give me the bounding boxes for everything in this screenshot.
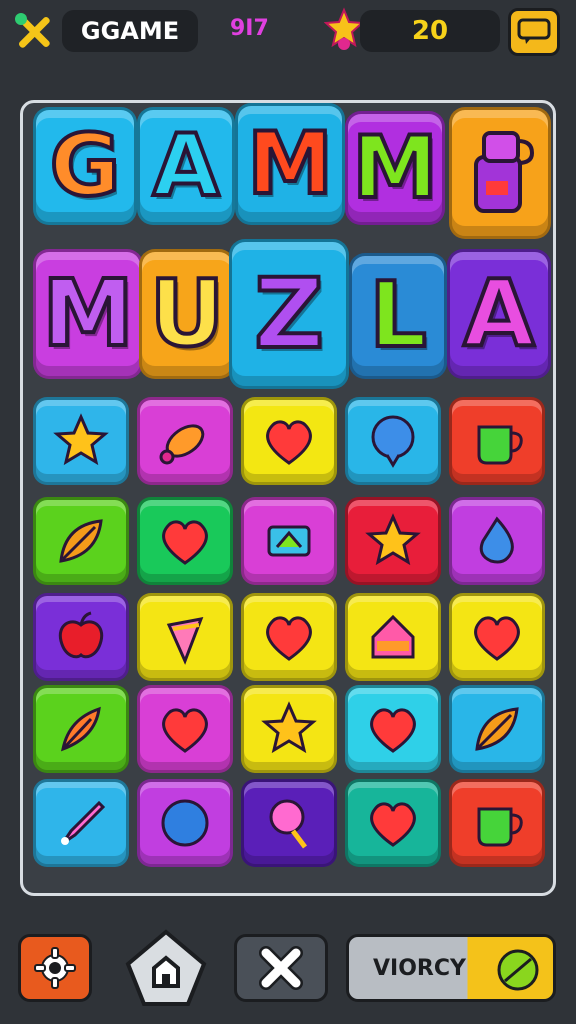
- cup-icon: [477, 425, 523, 465]
- crossed-tools-icon[interactable]: [12, 10, 56, 54]
- title-letter: L: [367, 263, 428, 368]
- leaf-icon: [475, 707, 519, 751]
- heart-icon: [162, 520, 208, 565]
- action-label: VIORCY: [373, 955, 466, 981]
- candy-icon: [159, 424, 205, 465]
- grid-tile[interactable]: [449, 397, 545, 485]
- title-letter: U: [148, 260, 227, 367]
- star-icon: [365, 513, 421, 566]
- game-label: GGAME: [80, 17, 180, 45]
- lollipop-icon: [269, 799, 307, 849]
- grid-tile[interactable]: [241, 685, 337, 773]
- grid-tile[interactable]: [345, 685, 441, 773]
- game-label-pill: GGAME: [62, 10, 198, 52]
- gear-icon: [34, 947, 76, 989]
- title-letter: A: [461, 260, 536, 367]
- grid-tile[interactable]: [241, 497, 337, 585]
- settings-button[interactable]: [18, 934, 92, 1002]
- feather-icon: [60, 706, 101, 752]
- title-letter: M: [350, 118, 440, 218]
- grid-tile[interactable]: [137, 685, 233, 773]
- star-count-pill: 20: [360, 10, 500, 52]
- action-button[interactable]: VIORCY: [346, 934, 556, 1002]
- grid-tile[interactable]: [33, 779, 129, 867]
- grid-tile[interactable]: [33, 685, 129, 773]
- title-tile-g: G: [33, 107, 137, 225]
- icecream-icon: [166, 617, 204, 665]
- grid-tile[interactable]: [345, 497, 441, 585]
- chat-button[interactable]: [508, 8, 560, 56]
- star-icon: [324, 6, 364, 52]
- heart-icon: [474, 616, 520, 661]
- star-icon: [53, 413, 109, 466]
- heart-icon: [266, 420, 312, 465]
- close-button[interactable]: [234, 934, 328, 1002]
- grid-tile[interactable]: [137, 593, 233, 681]
- small-label: 9I7: [230, 16, 269, 41]
- game-board: G A M M M U Z L A: [20, 100, 556, 896]
- title-tile-z: Z: [229, 239, 349, 389]
- title-letter: G: [48, 116, 123, 216]
- title-letter: A: [151, 116, 222, 216]
- grid-tile[interactable]: [449, 497, 545, 585]
- grid-tile[interactable]: [449, 593, 545, 681]
- grid-tile[interactable]: [33, 593, 129, 681]
- grid-tile[interactable]: [241, 779, 337, 867]
- drop-icon: [479, 516, 514, 564]
- title-tile-m3: M: [33, 249, 143, 379]
- title-tile-m: M: [235, 103, 345, 225]
- title-letter: Z: [252, 258, 326, 370]
- chat-icon: [517, 18, 551, 44]
- title-letter: M: [245, 114, 335, 214]
- title-tile-cup: [449, 107, 551, 239]
- top-hud: GGAME 9I7 20: [0, 0, 576, 70]
- title-letter: M: [40, 260, 136, 367]
- grid-tile[interactable]: [241, 593, 337, 681]
- gem-icon: [267, 525, 311, 557]
- home-icon: [125, 929, 207, 1006]
- grid-tile[interactable]: [241, 397, 337, 485]
- grid-tile[interactable]: [449, 685, 545, 773]
- title-tile-a2: A: [447, 249, 551, 379]
- star-icon: [261, 701, 317, 754]
- close-icon: [259, 946, 303, 990]
- cup-icon: [474, 131, 535, 213]
- cup-icon: [477, 807, 523, 847]
- grid-tile[interactable]: [33, 397, 129, 485]
- heart-icon: [370, 802, 416, 847]
- balloon-icon: [371, 415, 415, 468]
- leaf-icon: [497, 949, 539, 991]
- leaf-icon: [59, 519, 103, 563]
- title-tile-l: L: [349, 253, 447, 379]
- home-button[interactable]: [124, 928, 208, 1008]
- title-tile-m2: M: [345, 111, 445, 225]
- rocket-icon: [61, 800, 106, 845]
- apple-icon: [58, 611, 104, 659]
- grid-tile[interactable]: [33, 497, 129, 585]
- grid-tile[interactable]: [345, 593, 441, 681]
- grid-tile[interactable]: [137, 779, 233, 867]
- heart-icon: [162, 708, 208, 753]
- heart-icon: [370, 708, 416, 753]
- grid-tile[interactable]: [137, 397, 233, 485]
- grid-tile[interactable]: [449, 779, 545, 867]
- house-icon: [371, 614, 415, 659]
- grid-tile[interactable]: [345, 397, 441, 485]
- grid-tile[interactable]: [137, 497, 233, 585]
- heart-icon: [266, 616, 312, 661]
- title-tile-a: A: [137, 107, 235, 225]
- star-count: 20: [411, 16, 449, 46]
- grid-tile[interactable]: [345, 779, 441, 867]
- title-tile-u: U: [139, 249, 235, 379]
- ball-icon: [161, 799, 209, 847]
